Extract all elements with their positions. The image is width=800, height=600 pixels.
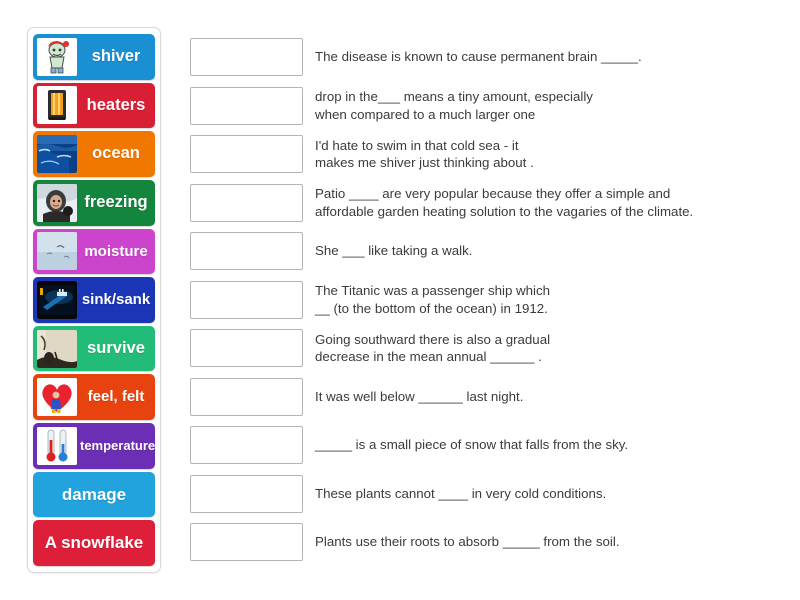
- heart-hug-icon: [37, 378, 77, 417]
- answer-drop-box[interactable]: [190, 523, 303, 562]
- word-tile-label: heaters: [86, 96, 146, 114]
- question-text: Going southward there is also a gradual …: [315, 331, 551, 365]
- ocean-waves-icon: [37, 135, 77, 174]
- question-text: The disease is known to cause permanent …: [315, 49, 642, 65]
- answer-row: Going southward there is also a gradual …: [190, 324, 786, 373]
- question-text: These plants cannot ____ in very cold co…: [315, 485, 607, 501]
- answer-drop-box[interactable]: [190, 329, 303, 368]
- answer-drop-box[interactable]: [190, 474, 303, 513]
- word-tile[interactable]: damage: [33, 471, 155, 518]
- word-tile-label: feel, felt: [87, 389, 145, 406]
- answer-rows-list: The disease is known to cause permanent …: [190, 33, 786, 567]
- answer-row: She ___ like taking a walk.: [190, 227, 786, 276]
- word-tile-label: freezing: [84, 194, 148, 212]
- question-text: _____ is a small piece of snow that fall…: [315, 437, 629, 453]
- survival-scene-icon: [37, 329, 77, 368]
- question-text: drop in the___ means a tiny amount, espe…: [315, 89, 593, 122]
- word-tile[interactable]: shiver: [33, 34, 155, 80]
- shivering-person-icon: [37, 37, 77, 76]
- answer-drop-box[interactable]: [190, 426, 303, 465]
- word-tile[interactable]: A snowflake: [33, 520, 155, 567]
- person-in-snow-icon: [37, 183, 77, 222]
- match-up-activity: shiver heaters ocean freezing moisture sink/s…: [0, 0, 800, 600]
- answer-row: The disease is known to cause permanent …: [190, 33, 786, 82]
- answer-row: These plants cannot ____ in very cold co…: [190, 470, 786, 519]
- question-text: It was well below ______ last night.: [315, 388, 524, 404]
- word-tile-label: A snowflake: [44, 534, 144, 553]
- answer-row: Patio ____ are very popular because they…: [190, 179, 786, 228]
- answer-row: Plants use their roots to absorb _____ f…: [190, 518, 786, 567]
- question-text: I'd hate to swim in that cold sea - it m…: [315, 137, 534, 171]
- question-text: Plants use their roots to absorb _____ f…: [315, 534, 620, 550]
- word-tiles-list: shiver heaters ocean freezing moisture sink/s…: [33, 34, 155, 567]
- word-tile[interactable]: sink/sank: [33, 277, 155, 323]
- word-tile-label: ocean: [92, 145, 140, 163]
- answer-row: It was well below ______ last night.: [190, 373, 786, 422]
- word-tile[interactable]: heaters: [33, 82, 155, 129]
- word-tile-label: damage: [61, 485, 127, 504]
- sinking-ship-icon: [37, 281, 77, 320]
- question-text: The Titanic was a passenger ship which _…: [315, 283, 551, 316]
- patio-heater-icon: [37, 86, 77, 125]
- answer-row: The Titanic was a passenger ship which _…: [190, 276, 786, 325]
- word-tile-label: temperature: [80, 439, 155, 453]
- word-tiles-card: shiver heaters ocean freezing moisture sink/s…: [27, 27, 161, 573]
- word-tile[interactable]: feel, felt: [33, 374, 155, 421]
- answer-drop-box[interactable]: [190, 280, 303, 319]
- word-tile[interactable]: moisture: [33, 228, 155, 275]
- word-tile-label: shiver: [91, 48, 141, 66]
- answer-drop-box[interactable]: [190, 38, 303, 77]
- word-tile[interactable]: ocean: [33, 131, 155, 177]
- word-tile[interactable]: temperature: [33, 423, 155, 469]
- answer-drop-box[interactable]: [190, 135, 303, 174]
- word-tile[interactable]: freezing: [33, 179, 155, 226]
- question-text: She ___ like taking a walk.: [315, 243, 473, 259]
- answer-drop-box[interactable]: [190, 377, 303, 416]
- word-tile-label: sink/sank: [81, 292, 151, 308]
- word-tile[interactable]: survive: [33, 325, 155, 372]
- misty-sky-icon: [37, 232, 77, 271]
- question-text: Patio ____ are very popular because they…: [315, 186, 694, 219]
- answer-drop-box[interactable]: [190, 183, 303, 222]
- thermometers-icon: [37, 426, 77, 465]
- answer-drop-box[interactable]: [190, 86, 303, 125]
- answer-row: I'd hate to swim in that cold sea - it m…: [190, 130, 786, 179]
- word-tile-label: moisture: [84, 243, 148, 260]
- word-tile-label: survive: [87, 340, 145, 357]
- answer-drop-box[interactable]: [190, 232, 303, 271]
- answer-row: _____ is a small piece of snow that fall…: [190, 421, 786, 470]
- answer-row: drop in the___ means a tiny amount, espe…: [190, 82, 786, 131]
